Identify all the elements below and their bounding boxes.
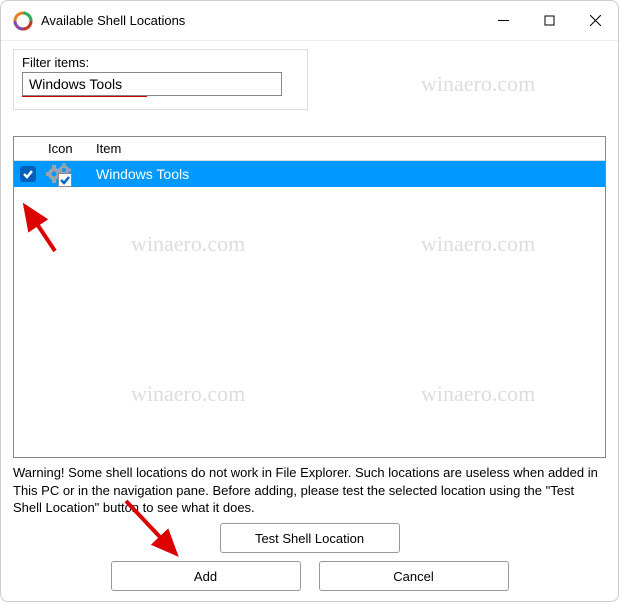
check-overlay-icon [58, 173, 72, 187]
test-shell-location-button[interactable]: Test Shell Location [220, 523, 400, 553]
dialog-window: Available Shell Locations Filter items: … [0, 0, 619, 602]
filter-group: Filter items: [13, 49, 308, 110]
close-button[interactable] [572, 1, 618, 40]
filter-label: Filter items: [22, 55, 299, 70]
cancel-button[interactable]: Cancel [319, 561, 509, 591]
gear-icon [42, 163, 92, 185]
minimize-button[interactable] [480, 1, 526, 40]
row-item-label: Windows Tools [92, 166, 575, 182]
app-icon [13, 11, 33, 31]
warning-text: Warning! Some shell locations do not wor… [13, 464, 606, 517]
content-area: Filter items: Icon Item [1, 41, 618, 601]
row-checkbox[interactable] [14, 166, 42, 182]
button-row-2: Add Cancel [13, 561, 606, 591]
results-list[interactable]: Icon Item Windows Too [13, 136, 606, 458]
titlebar: Available Shell Locations [1, 1, 618, 41]
button-row-1: Test Shell Location [13, 523, 606, 553]
header-icon: Icon [42, 141, 92, 156]
list-header: Icon Item [14, 137, 605, 161]
filter-input[interactable] [22, 72, 282, 96]
add-button[interactable]: Add [111, 561, 301, 591]
header-item: Item [92, 141, 605, 156]
maximize-button[interactable] [526, 1, 572, 40]
window-controls [480, 1, 618, 40]
list-item[interactable]: Windows Tools [14, 161, 605, 187]
window-title: Available Shell Locations [41, 13, 480, 28]
